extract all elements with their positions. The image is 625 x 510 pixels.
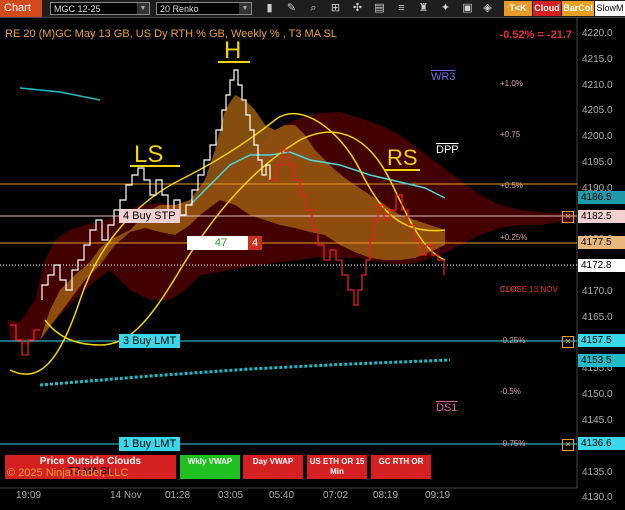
annotation-h: H bbox=[224, 37, 241, 64]
time-tick: 03:05 bbox=[218, 490, 244, 501]
pct-label: +0.75 bbox=[500, 130, 521, 139]
price-tick: 4220.0 bbox=[582, 28, 613, 39]
order-marker-icon[interactable]: ✕ bbox=[562, 439, 574, 451]
price-tick: 4215.0 bbox=[582, 53, 613, 65]
pct-label: -0.25% bbox=[500, 336, 526, 345]
annotation-rs: RS bbox=[387, 145, 418, 170]
pivot-ds1: DS1 bbox=[436, 402, 458, 414]
us-eth-or-button[interactable]: US ETH OR 15 Min bbox=[307, 455, 367, 479]
price-tick: 4210.0 bbox=[582, 79, 613, 91]
price-tick: 4195.0 bbox=[582, 157, 613, 168]
vwap-dashed-line bbox=[39, 358, 451, 387]
time-tick: 14 Nov bbox=[110, 490, 142, 501]
pct-label: +1.0% bbox=[500, 79, 523, 88]
order-marker-icon[interactable]: ✕ bbox=[562, 336, 574, 348]
price-tick: 4200.0 bbox=[582, 131, 613, 143]
price-tag-4182: 4182.5 bbox=[578, 210, 625, 223]
pivot-wr3: WR3 bbox=[431, 71, 456, 83]
pct-label: +0.25% bbox=[500, 233, 528, 242]
price-tick: 4145.0 bbox=[582, 415, 613, 426]
position-qty-badge[interactable]: 4 bbox=[248, 236, 263, 250]
order-marker-icon[interactable]: ✕ bbox=[562, 211, 574, 223]
time-tick: 08:19 bbox=[373, 490, 399, 501]
position-qty[interactable]: 47 bbox=[187, 236, 255, 250]
pct-label: -0.5% bbox=[500, 387, 521, 396]
time-tick: 09:19 bbox=[425, 490, 451, 501]
pivot-dpp: DPP bbox=[436, 144, 459, 156]
gc-rth-or-button[interactable]: GC RTH OR bbox=[371, 455, 431, 479]
buy-stop-order[interactable]: 4 Buy STP bbox=[119, 209, 180, 223]
cyan-line bbox=[19, 87, 101, 101]
last-price-tag: 4172.8 bbox=[578, 259, 625, 272]
price-tag-4136: 4136.6 bbox=[578, 437, 625, 450]
price-tag-4177: 4177.5 bbox=[578, 236, 625, 249]
time-tick: 07:02 bbox=[323, 490, 349, 501]
price-tag-4157: 4157.5 bbox=[578, 334, 625, 347]
chart-title: RE 20 (M)GC May 13 GB, US Dy RTH % GB, W… bbox=[5, 28, 337, 40]
buy-limit-order-3[interactable]: 3 Buy LMT bbox=[119, 334, 181, 348]
price-tick: 4150.0 bbox=[582, 389, 613, 401]
buy-limit-order-1[interactable]: 1 Buy LMT bbox=[119, 437, 181, 451]
change-readout: -0.52% = -21.7 bbox=[499, 29, 572, 41]
day-vwap-button[interactable]: Day VWAP bbox=[243, 455, 303, 479]
price-tick: 4205.0 bbox=[582, 105, 613, 117]
copyright: © 2025 NinjaTrader, LLC bbox=[7, 467, 129, 479]
pct-label: +0.5% bbox=[500, 181, 523, 190]
time-tick: 01:28 bbox=[165, 490, 191, 501]
price-tick: 4135.0 bbox=[582, 466, 613, 478]
pct-label: -0.75% bbox=[500, 439, 526, 448]
time-tick: 19:09 bbox=[16, 490, 42, 501]
pct-label: 0.0% bbox=[500, 285, 519, 294]
price-tag-4153: 4153.5 bbox=[578, 354, 625, 367]
annotation-ls: LS bbox=[134, 141, 163, 168]
price-tick: 4130.0 bbox=[582, 492, 613, 504]
time-tick: 05:40 bbox=[269, 490, 295, 501]
price-tag-4186: 4186.5 bbox=[578, 191, 625, 204]
price-tick: 4170.0 bbox=[582, 286, 613, 297]
price-chart[interactable]: LS H RS bbox=[0, 0, 625, 510]
price-tick: 4165.0 bbox=[582, 311, 613, 323]
wkly-vwap-button[interactable]: Wkly VWAP bbox=[180, 455, 240, 479]
